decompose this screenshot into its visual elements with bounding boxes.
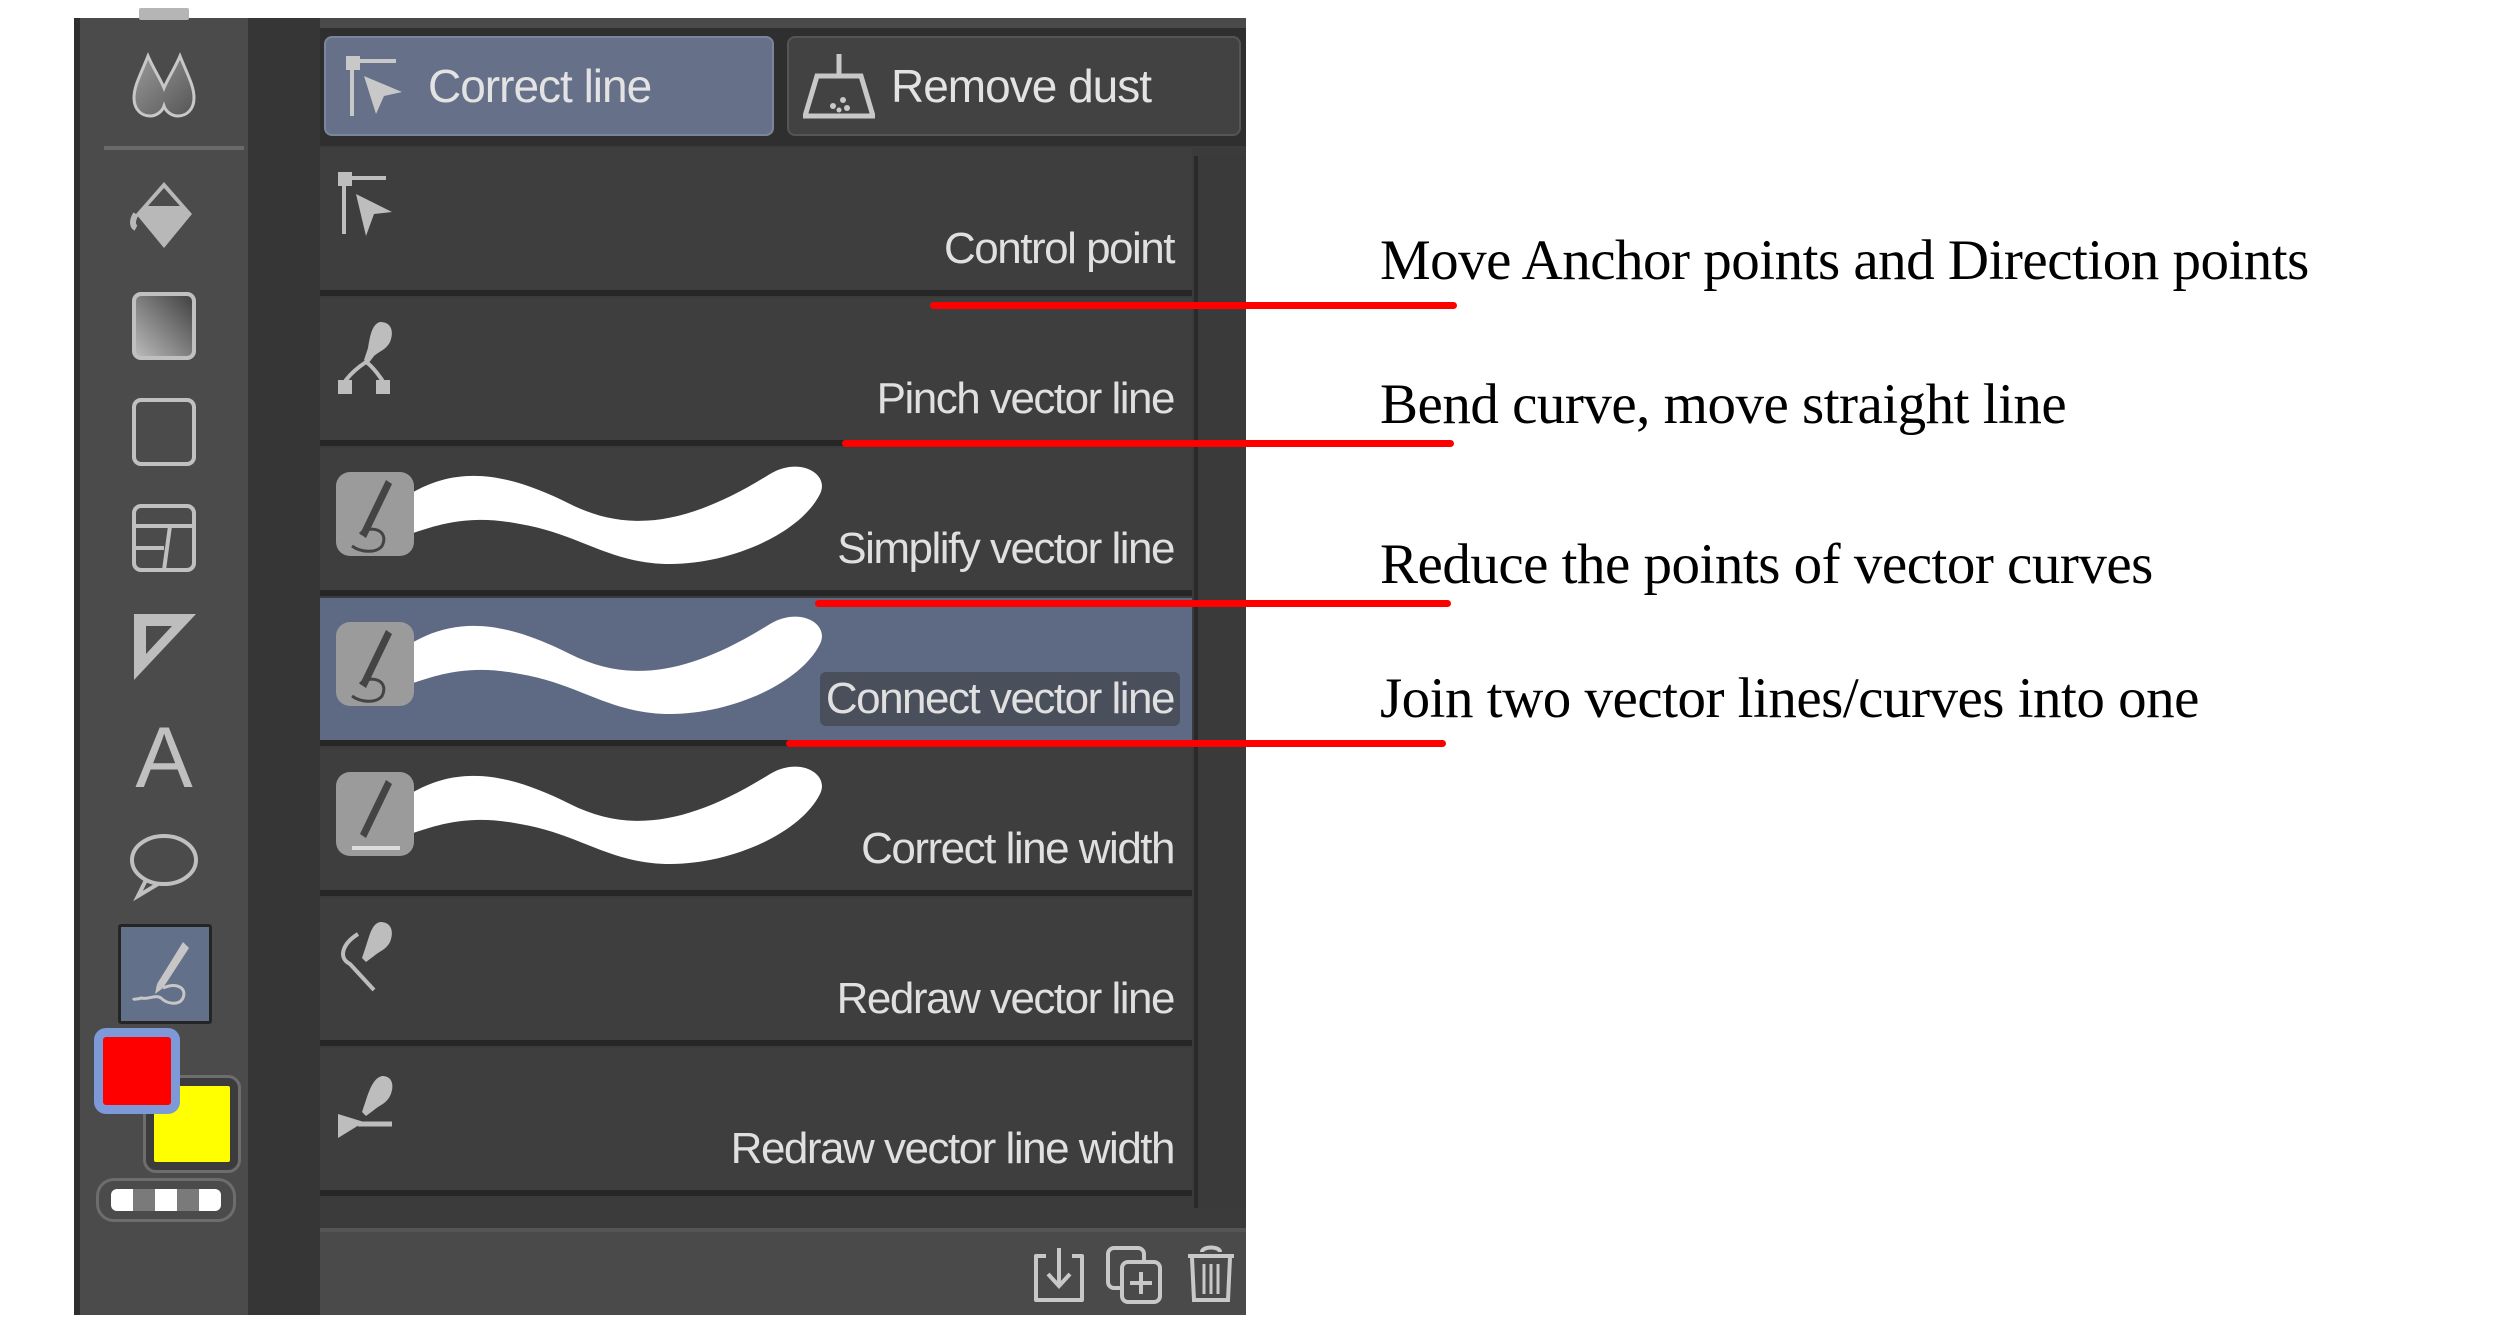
panel-header-strip <box>320 18 1246 28</box>
brush-stroke-preview <box>336 616 822 714</box>
annotation-leader-line-pinch <box>842 440 1454 447</box>
annotation-leader-line-control-point <box>930 302 1457 309</box>
ruler-triangle-icon <box>134 614 196 680</box>
dustpan-icon <box>803 54 875 119</box>
subtool-item-pinch-vector-line[interactable]: Pinch vector line <box>320 298 1192 446</box>
subtool-label: Redraw vector line <box>836 974 1176 1023</box>
delete-subtool-button[interactable] <box>1180 1244 1242 1306</box>
subtool-label: Redraw vector line width <box>730 1124 1176 1173</box>
frame-border-tool-button[interactable] <box>124 498 204 578</box>
annotation-connect-vector-line: Join two vector lines/curves into one <box>1380 667 2199 730</box>
subtool-item-correct-line-width[interactable]: Correct line width <box>320 748 1192 896</box>
subtool-label: Correct line width <box>861 824 1175 873</box>
gradient-tool-button[interactable] <box>124 286 204 366</box>
subtool-list-scrollbar[interactable] <box>1194 156 1246 1208</box>
transparent-color-swatch[interactable] <box>96 1178 236 1222</box>
rectangle-icon <box>132 398 196 466</box>
import-subtool-button[interactable] <box>1028 1244 1090 1306</box>
fill-tool-button[interactable] <box>124 176 204 256</box>
subtool-panel: Correct line Remove dust Control point P… <box>320 18 1246 1315</box>
toolbar-divider <box>104 146 244 150</box>
annotation-pinch-vector-line: Bend curve, move straight line <box>1380 373 2067 436</box>
subtool-label: Connect vector line <box>819 672 1180 726</box>
transparency-checker-icon <box>111 1189 221 1211</box>
brush-stroke-preview <box>336 766 822 864</box>
pinch-vector-icon <box>338 322 392 394</box>
palette-gutter <box>248 18 320 1315</box>
subtool-item-simplify-vector-line[interactable]: Simplify vector line <box>320 448 1192 596</box>
annotation-leader-line-connect <box>786 740 1446 747</box>
duplicate-add-icon <box>1106 1246 1162 1304</box>
subtool-group-tabs: Correct line Remove dust <box>320 28 1246 146</box>
subtool-label: Simplify vector line <box>837 524 1175 573</box>
redraw-width-icon <box>338 1076 393 1138</box>
subtool-panel-footer <box>320 1228 1246 1315</box>
partial-tool-icon <box>139 8 189 20</box>
main-color-swatch[interactable] <box>94 1028 180 1114</box>
text-tool-button[interactable]: A <box>124 710 204 806</box>
brush-stroke-preview <box>336 466 822 564</box>
paint-bucket-icon <box>130 182 192 248</box>
tab-remove-dust[interactable]: Remove dust <box>787 36 1241 136</box>
control-point-icon <box>338 172 392 236</box>
trash-icon <box>1188 1245 1234 1302</box>
clip-studio-tool-panel: A Correct line Remove dust Control point… <box>74 8 1246 1315</box>
subtool-item-connect-vector-line[interactable]: Connect vector line <box>320 598 1192 746</box>
subtool-label: Pinch vector line <box>876 374 1176 423</box>
subtool-label: Control point <box>944 224 1175 273</box>
subtool-item-redraw-vector-line-width[interactable]: Redraw vector line width <box>320 1048 1192 1196</box>
annotation-leader-line-simplify <box>815 600 1451 607</box>
balloon-tool-button[interactable] <box>124 826 204 906</box>
duplicate-subtool-button[interactable] <box>1104 1244 1166 1306</box>
tab-label: Remove dust <box>891 60 1152 112</box>
subtool-item-control-point[interactable]: Control point <box>320 148 1192 296</box>
control-point-icon <box>346 56 402 116</box>
frame-border-icon <box>132 504 196 572</box>
correct-line-tool-button[interactable] <box>118 924 212 1024</box>
subtool-item-redraw-vector-line[interactable]: Redraw vector line <box>320 898 1192 1046</box>
download-icon <box>1034 1248 1084 1302</box>
tab-label: Correct line <box>428 60 652 112</box>
tab-correct-line[interactable]: Correct line <box>324 36 774 136</box>
correct-line-icon <box>131 942 189 1005</box>
tool-palette: A <box>74 8 248 1315</box>
annotation-simplify-vector-line: Reduce the points of vector curves <box>1380 533 2153 596</box>
figure-tool-button[interactable] <box>124 392 204 472</box>
blend-tool-button[interactable] <box>124 48 204 128</box>
speech-balloon-icon <box>130 834 198 902</box>
text-icon: A <box>135 710 193 806</box>
annotation-control-point: Move Anchor points and Direction points <box>1380 229 2309 292</box>
ruler-tool-button[interactable] <box>124 606 204 686</box>
redraw-vector-icon <box>341 922 392 992</box>
tool-partial-top[interactable] <box>124 0 204 24</box>
gradient-icon <box>132 292 196 360</box>
droplets-icon <box>132 52 196 118</box>
